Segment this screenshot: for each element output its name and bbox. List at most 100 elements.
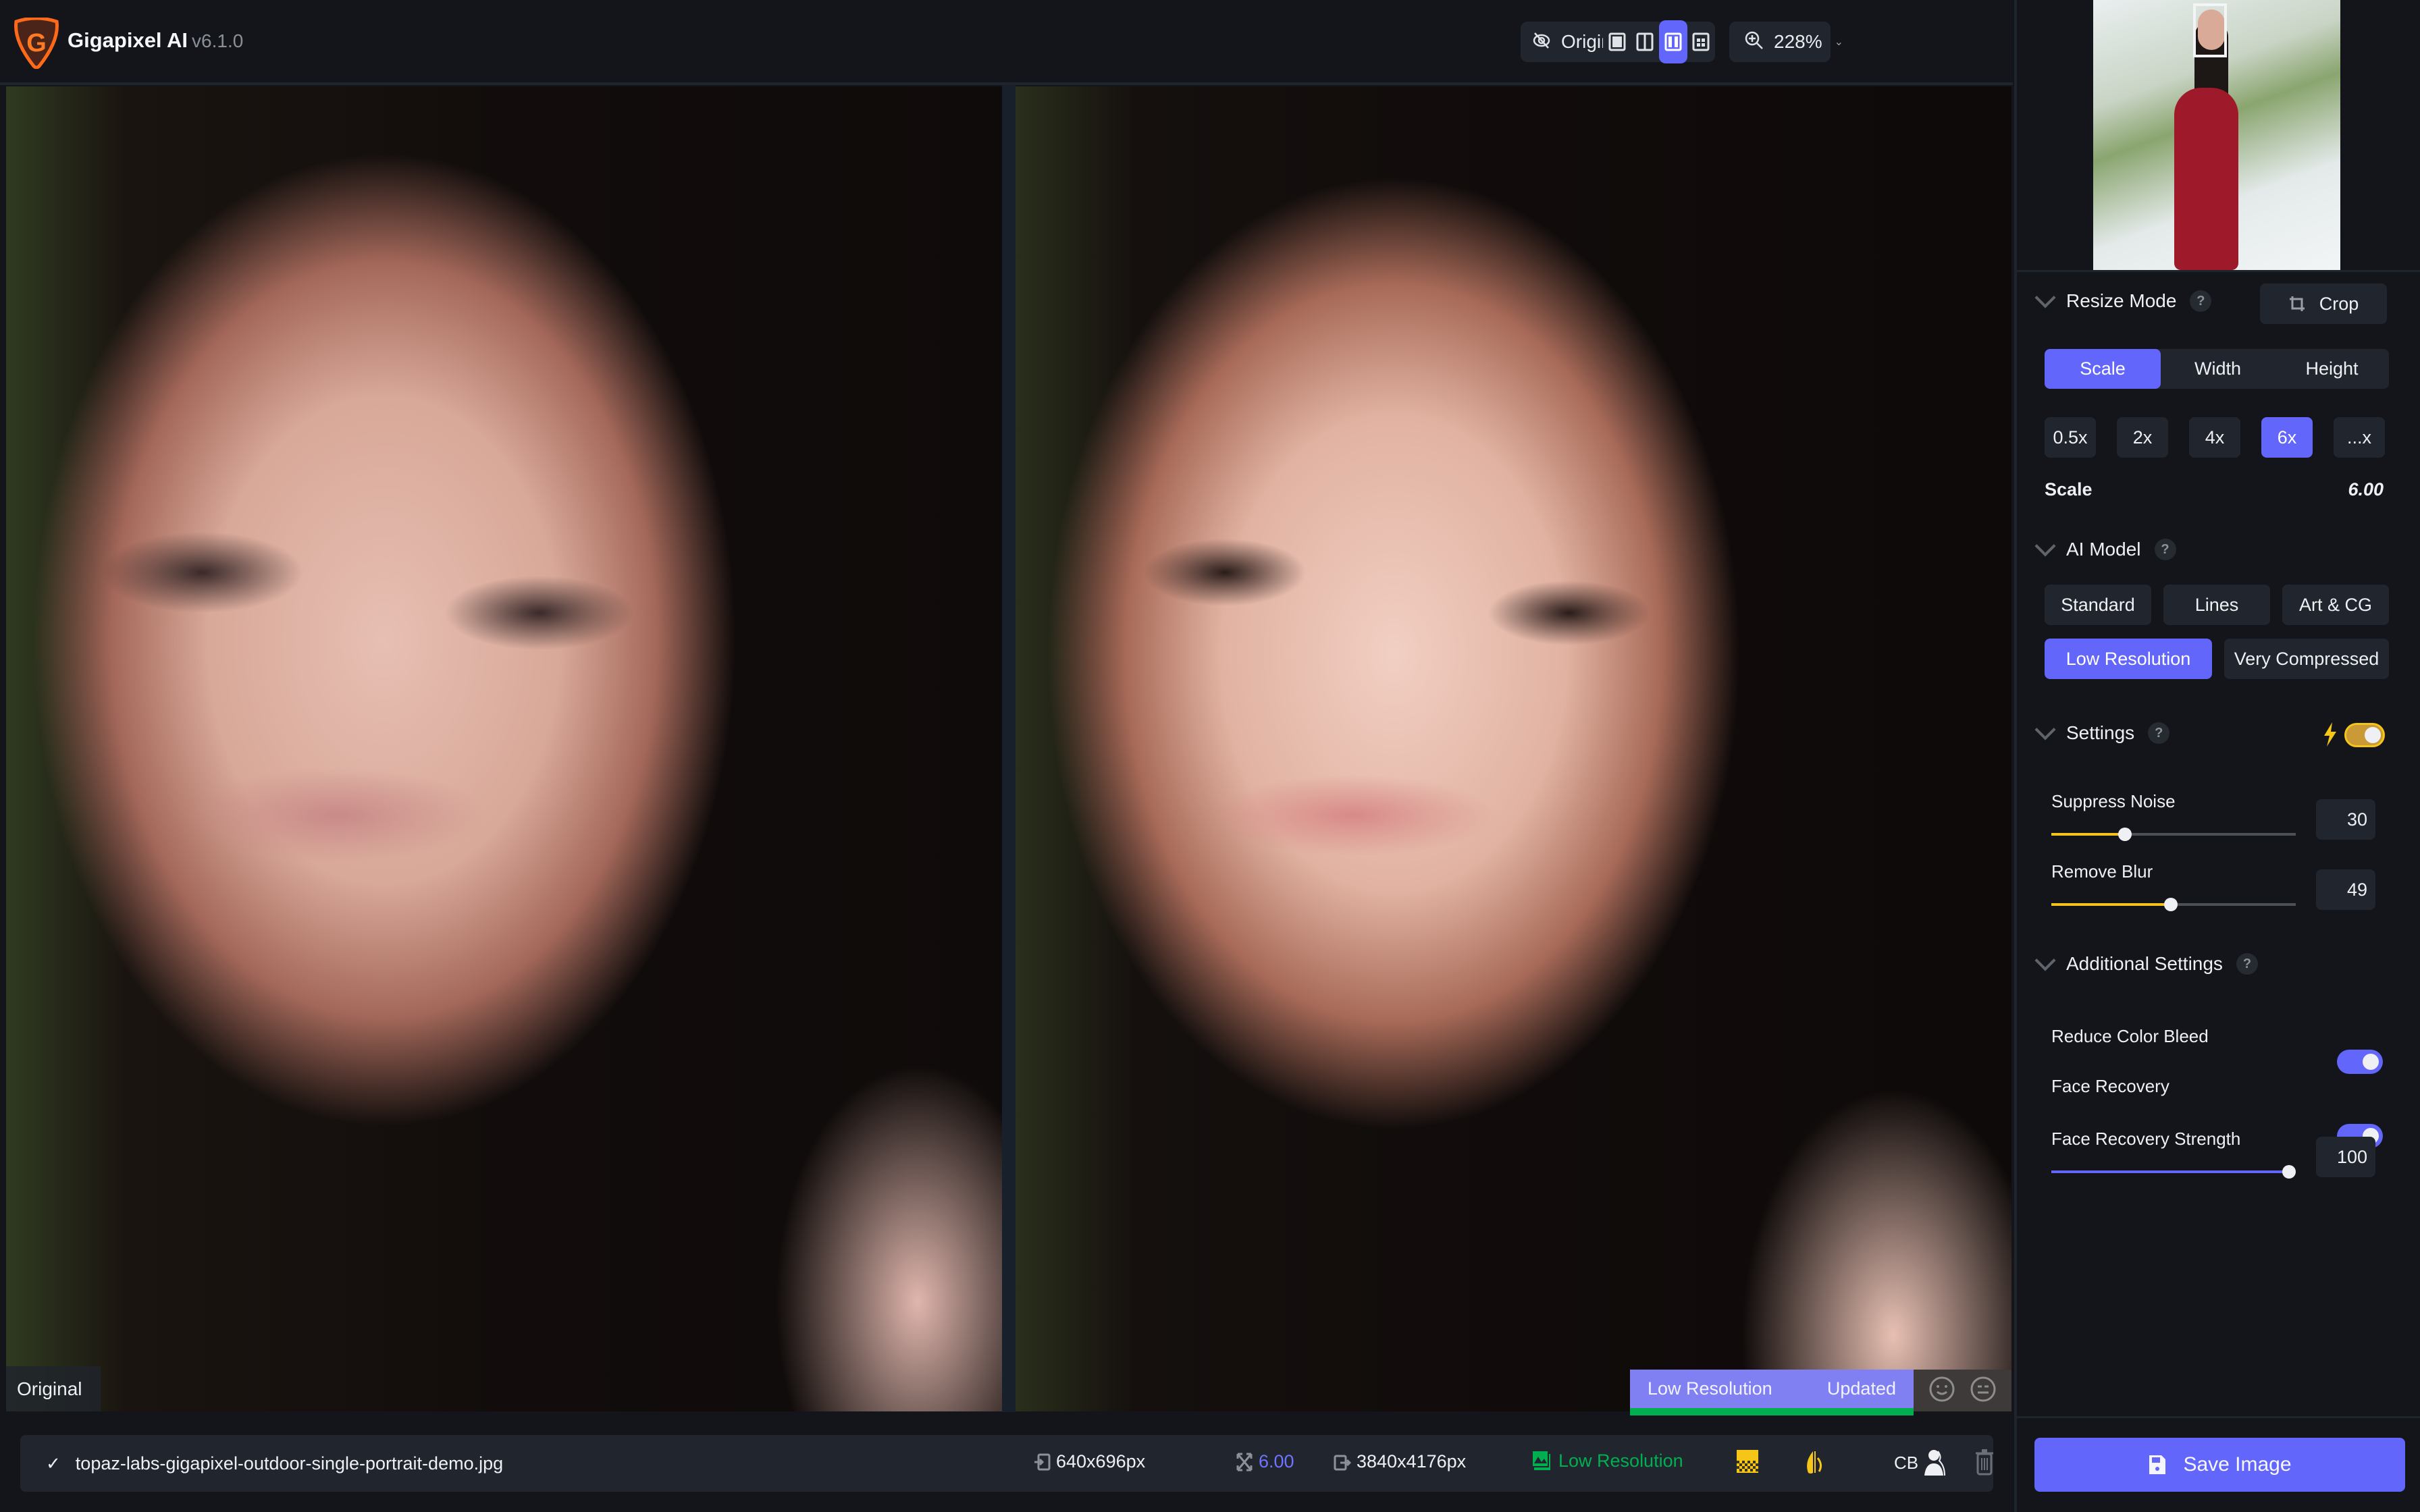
input-size: 640x696px [1056,1451,1146,1472]
face-recovery-strength-input[interactable]: 100 [2316,1137,2375,1177]
status-model-name: Low Resolution [1648,1378,1772,1399]
file-name: topaz-labs-gigapixel-outdoor-single-port… [75,1453,504,1474]
suppress-noise-label: Suppress Noise [2051,791,2176,811]
grid-view-icon [1692,32,1710,51]
scale-factor: 6.00 [1259,1451,1294,1472]
ai-model-row-2: Low Resolution Very Compressed [2045,639,2389,679]
slider-fill [2051,833,2125,836]
chevron-down-icon [2034,535,2056,557]
help-icon[interactable]: ? [2148,722,2170,744]
chevron-down-icon [2034,719,2056,740]
output-size-icon [1334,1455,1351,1470]
feedback-group [1914,1370,2011,1411]
split-view-icon [1636,32,1654,51]
settings-header[interactable]: Settings ? [2034,719,2170,744]
chevron-down-icon [2034,950,2056,971]
reduce-color-bleed-toggle[interactable] [2337,1050,2383,1074]
trash-icon[interactable] [1976,1449,1993,1480]
face-recovery-label: Face Recovery [2051,1076,2169,1096]
navigator-thumbnail[interactable] [2093,0,2340,270]
original-pane-label: Original [6,1366,101,1411]
eye-off-icon [1531,30,1552,54]
crop-icon [2289,296,2305,311]
reduce-color-bleed-label: Reduce Color Bleed [2051,1026,2209,1046]
original-portrait-image [6,86,1002,1411]
single-view-icon [1608,32,1626,51]
image-model-icon [1531,1450,1550,1470]
scale-value[interactable]: 6.00 [2316,479,2384,500]
preset-custom[interactable]: ...x [2334,417,2385,458]
expand-arrows-icon [1236,1453,1253,1471]
model-standard[interactable]: Standard [2045,585,2151,625]
preset-2x[interactable]: 2x [2117,417,2168,458]
original-image-pane[interactable] [6,86,1002,1411]
auto-settings-toggle[interactable] [2344,723,2385,747]
model-badge: Low Resolution [1531,1450,1683,1472]
tab-scale[interactable]: Scale [2045,349,2161,389]
help-icon[interactable]: ? [2236,953,2258,975]
navigator-dress [2174,88,2238,270]
face-person-icon[interactable] [1923,1449,1946,1480]
view-side-by-side-button[interactable] [1659,20,1687,63]
slider-fill [2051,903,2172,906]
view-grid-button[interactable] [1687,20,1716,63]
app-title: Gigapixel AI v6.1.0 [68,28,243,53]
app-version: v6.1.0 [192,30,244,51]
face-recovery-strength-label: Face Recovery Strength [2051,1129,2241,1149]
remove-blur-slider[interactable] [2051,898,2296,911]
preset-0-5x[interactable]: 0.5x [2045,417,2096,458]
color-balance-icon[interactable] [1803,1450,1826,1479]
crop-button[interactable]: Crop [2260,284,2387,324]
zoom-dropdown[interactable]: 228% ⌄ [1729,22,1843,62]
slider-thumb[interactable] [2118,828,2132,841]
additional-settings-header[interactable]: Additional Settings ? [2034,950,2258,975]
model-very-compressed[interactable]: Very Compressed [2224,639,2389,679]
save-image-button[interactable]: Save Image [2034,1438,2405,1492]
model-lines[interactable]: Lines [2163,585,2270,625]
help-icon[interactable]: ? [2154,539,2176,560]
scale-group: 6.00 [1236,1451,1294,1472]
output-size-group: 3840x4176px [1334,1451,1466,1472]
view-single-button[interactable] [1603,20,1631,63]
panel-bottom-separator [2014,1416,2420,1418]
remove-blur-label: Remove Blur [2051,861,2153,882]
tab-width[interactable]: Width [2161,349,2275,389]
transparency-icon[interactable] [1737,1450,1758,1478]
suppress-noise-slider[interactable] [2051,828,2296,841]
ai-model-title: AI Model [2066,539,2141,560]
processing-status-bar: Low Resolution Updated [1630,1370,1914,1408]
scale-label: Scale [2045,479,2093,500]
chevron-down-icon [2034,287,2056,308]
suppress-noise-input[interactable]: 30 [2316,799,2375,840]
navigator-viewport-frame[interactable] [2193,3,2227,57]
gigapixel-logo-icon: G [12,16,61,70]
ai-model-header[interactable]: AI Model ? [2034,535,2176,560]
save-image-label: Save Image [2183,1453,2292,1476]
view-mode-group [1603,20,1716,63]
enhanced-portrait-image [1016,86,2011,1411]
resize-mode-title: Resize Mode [2066,290,2177,311]
remove-blur-input[interactable]: 49 [2316,869,2375,910]
crop-label: Crop [2319,293,2359,314]
zoom-in-icon [1744,30,1764,54]
checkmark-icon[interactable]: ✓ [46,1453,61,1474]
toggle-knob [2365,727,2381,743]
model-art-cg[interactable]: Art & CG [2282,585,2389,625]
model-low-resolution[interactable]: Low Resolution [2045,639,2212,679]
cb-label: CB [1894,1453,1919,1473]
help-icon[interactable]: ? [2190,290,2212,312]
face-recovery-strength-slider[interactable] [2051,1165,2296,1179]
view-split-button[interactable] [1631,20,1660,63]
smile-face-icon[interactable] [1928,1376,1955,1406]
slider-thumb[interactable] [2282,1165,2296,1179]
neutral-face-icon[interactable] [1970,1376,1997,1406]
enhanced-image-pane[interactable] [1016,86,2011,1411]
input-size-icon [1034,1453,1051,1470]
tab-height[interactable]: Height [2275,349,2389,389]
preset-6x[interactable]: 6x [2261,417,2313,458]
slider-fill [2051,1170,2289,1173]
settings-title: Settings [2066,722,2135,743]
chevron-down-icon: ⌄ [1834,36,1844,48]
resize-mode-header[interactable]: Resize Mode ? [2034,287,2212,312]
preset-4x[interactable]: 4x [2189,417,2240,458]
